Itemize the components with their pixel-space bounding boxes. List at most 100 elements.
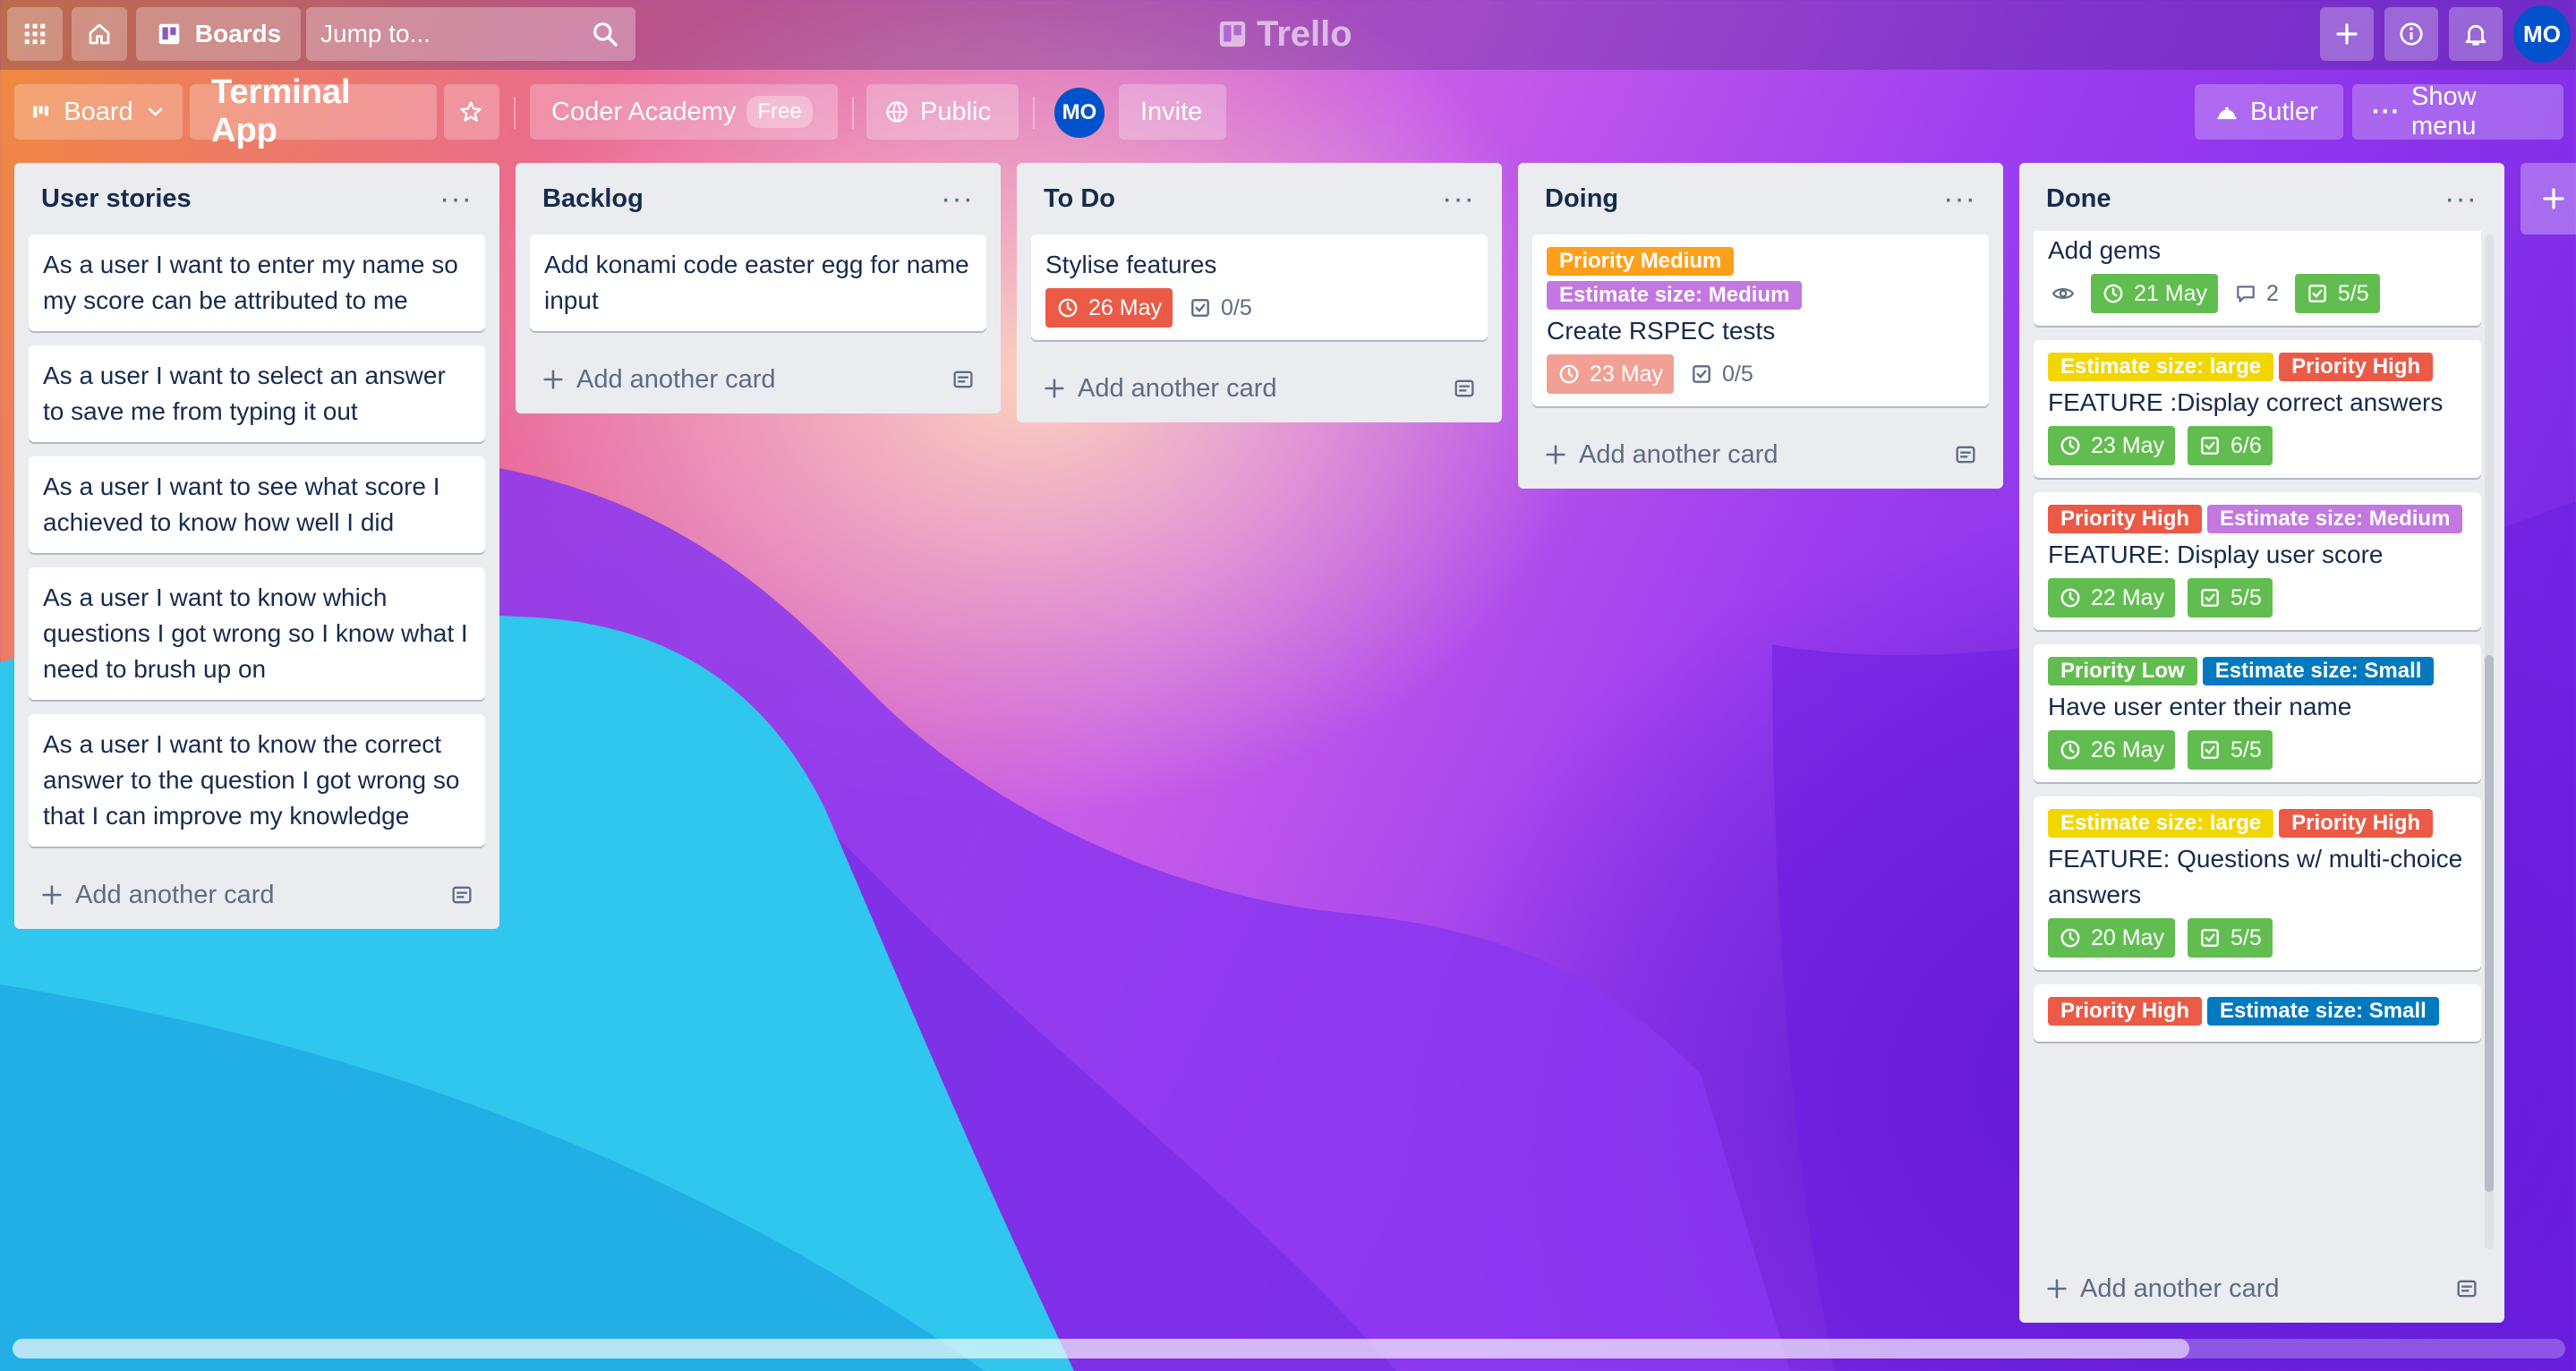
card-label[interactable]: Priority High (2048, 997, 2203, 1026)
checklist-badge[interactable]: 5/5 (2187, 918, 2273, 958)
add-card-button[interactable]: Add another card (1031, 354, 1488, 422)
board-title[interactable]: Terminal App (190, 73, 437, 149)
info-button[interactable] (2384, 7, 2438, 61)
comments-badge[interactable]: 2 (2231, 274, 2282, 313)
add-card-button[interactable]: Add another card (530, 345, 986, 413)
due-date-badge[interactable]: 26 May (1045, 288, 1173, 328)
card-template-icon[interactable] (951, 367, 976, 392)
checklist-badge[interactable]: 5/5 (2294, 274, 2380, 313)
list-menu-icon[interactable]: ··· (2444, 182, 2478, 217)
card[interactable]: As a user I want to select an answer to … (29, 345, 485, 442)
list-title[interactable]: Doing (1545, 184, 1618, 214)
due-date-badge[interactable]: 23 May (1547, 354, 1674, 394)
card[interactable]: Estimate size: large Priority High FEATURE… (2034, 340, 2481, 478)
card-label[interactable]: Priority High (2279, 809, 2434, 838)
list-to-do[interactable]: To Do ··· Stylise features 26 May 0/5 Add … (1017, 163, 1502, 422)
list-user-stories[interactable]: User stories ··· As a user I want to ent… (14, 163, 499, 929)
due-date-badge[interactable]: 20 May (2048, 918, 2175, 958)
due-date-badge[interactable]: 21 May (2091, 274, 2218, 313)
due-date-badge[interactable]: 23 May (2048, 426, 2175, 465)
list-doing[interactable]: Doing ··· Priority Medium Estimate size: … (1518, 163, 2003, 489)
butler-button[interactable]: Butler (2195, 84, 2343, 140)
list-title[interactable]: To Do (1044, 184, 1115, 214)
card[interactable]: As a user I want to know which questions… (29, 567, 485, 700)
due-date-badge[interactable]: 26 May (2048, 730, 2175, 770)
list-backlog[interactable]: Backlog ··· Add konami code easter egg f… (516, 163, 1001, 413)
card-template-icon[interactable] (1953, 442, 1978, 467)
list-title[interactable]: Done (2046, 184, 2111, 214)
list-scrollbar-thumb[interactable] (2485, 655, 2494, 1192)
account-avatar[interactable]: MO (2513, 5, 2571, 63)
card-label[interactable]: Estimate size: Medium (2207, 505, 2463, 533)
visibility-button[interactable]: Public (866, 84, 1019, 140)
add-card-label: Add another card (1078, 373, 1277, 403)
card-label[interactable]: Priority Low (2048, 657, 2197, 686)
card[interactable]: Priority High Estimate size: Small (2034, 984, 2481, 1042)
add-card-button[interactable]: Add another card (2034, 1255, 2490, 1323)
card-template-icon[interactable] (2454, 1276, 2479, 1301)
checklist-badge[interactable]: 6/6 (2187, 426, 2273, 465)
add-card-button[interactable]: Add another card (1532, 421, 1989, 489)
list-menu-icon[interactable]: ··· (439, 182, 473, 217)
list-scrollbar[interactable] (2485, 234, 2494, 1249)
due-date-badge[interactable]: 22 May (2048, 578, 2175, 617)
list-title[interactable]: User stories (41, 184, 192, 214)
card-label[interactable]: Estimate size: Small (2207, 997, 2439, 1026)
card[interactable]: As a user I want to see what score I ach… (29, 456, 485, 553)
list-menu-icon[interactable]: ··· (941, 182, 974, 217)
done-card-scroll[interactable]: Add gems 21 May 2 5/5 Estimate size: large Pr… (2034, 231, 2481, 1251)
show-menu-button[interactable]: ··· Show menu (2352, 82, 2563, 141)
checklist-badge[interactable]: 5/5 (2187, 578, 2273, 617)
checklist-badge[interactable]: 5/5 (2187, 730, 2273, 770)
checklist-badge[interactable]: 0/5 (1686, 354, 1757, 394)
card-label[interactable]: Priority Medium (1547, 247, 1735, 276)
check-icon (1690, 362, 1713, 386)
home-icon (89, 23, 110, 45)
plus-icon (2336, 23, 2358, 45)
list-menu-icon[interactable]: ··· (1442, 182, 1475, 217)
butler-bell-icon (2217, 106, 2237, 120)
boards-button[interactable]: Boards (136, 7, 301, 61)
apps-button[interactable] (7, 7, 63, 61)
list-menu-icon[interactable]: ··· (1943, 182, 1976, 217)
plus-icon (42, 885, 62, 905)
board-scrollbar[interactable] (13, 1339, 2565, 1358)
card[interactable]: Add konami code easter egg for name inpu… (530, 234, 986, 331)
card-label[interactable]: Estimate size: Small (2202, 657, 2435, 686)
invite-button[interactable]: Invite (1119, 84, 1226, 140)
board-scrollbar-thumb[interactable] (13, 1339, 2189, 1358)
workspace-button[interactable]: Coder Academy Free (530, 84, 838, 140)
card-label[interactable]: Estimate size: large (2048, 809, 2274, 838)
add-card-button[interactable]: Add another card (29, 861, 485, 929)
jump-to-search[interactable]: Jump to... (306, 7, 635, 61)
list-title[interactable]: Backlog (542, 184, 644, 214)
card-label[interactable]: Estimate size: large (2048, 353, 2274, 381)
card[interactable]: Add gems 21 May 2 5/5 (2034, 231, 2481, 326)
card[interactable]: Stylise features 26 May 0/5 (1031, 234, 1488, 340)
board-view-switcher[interactable]: Board (14, 84, 183, 140)
header-divider (514, 97, 516, 129)
create-button[interactable] (2320, 7, 2374, 61)
checklist-badge[interactable]: 0/5 (1185, 288, 1256, 328)
visibility-label: Public (920, 97, 991, 126)
notifications-button[interactable] (2449, 7, 2503, 61)
card-label[interactable]: Estimate size: Medium (1547, 281, 1803, 310)
trello-logo[interactable]: Trello (1217, 9, 1352, 59)
card[interactable]: Priority Medium Estimate size: Medium Crea… (1532, 234, 1989, 406)
card[interactable]: As a user I want to know the correct ans… (29, 714, 485, 847)
add-list-button[interactable] (2521, 163, 2576, 234)
card-template-icon[interactable] (1452, 376, 1477, 401)
card-label[interactable]: Priority High (2048, 505, 2203, 533)
star-board-button[interactable] (444, 84, 499, 140)
check-icon (2306, 282, 2329, 305)
card[interactable]: Priority Low Estimate size: Small Have use… (2034, 644, 2481, 782)
card[interactable]: As a user I want to enter my name so my … (29, 234, 485, 331)
member-avatar[interactable]: MO (1054, 88, 1105, 138)
bell-icon (2465, 24, 2486, 46)
card[interactable]: Estimate size: large Priority High FEATURE… (2034, 796, 2481, 970)
card[interactable]: Priority High Estimate size: Medium FEATUR… (2034, 492, 2481, 630)
watching-badge[interactable] (2048, 282, 2078, 305)
home-button[interactable] (72, 7, 127, 61)
card-label[interactable]: Priority High (2279, 353, 2434, 381)
card-template-icon[interactable] (449, 882, 474, 907)
